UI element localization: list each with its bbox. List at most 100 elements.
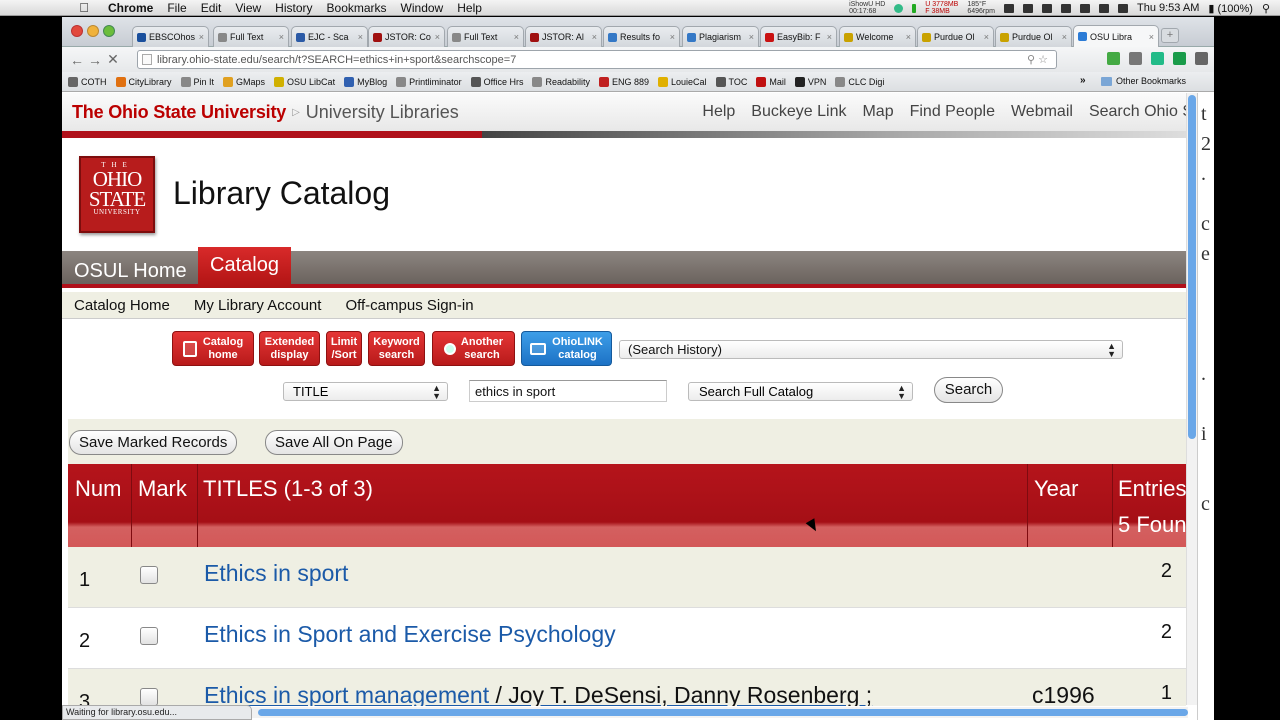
browser-tab[interactable]: Full Text × [447, 26, 524, 47]
close-tab-icon[interactable]: × [747, 32, 754, 42]
bookmark-item[interactable]: Printliminator [396, 76, 462, 87]
clock[interactable]: Thu 9:53 AM [1137, 2, 1199, 14]
header-entries[interactable]: Entries [1118, 476, 1186, 502]
menu-edit[interactable]: Edit [201, 1, 222, 15]
browser-tab[interactable]: EBSCOhos × [132, 26, 209, 47]
search-history-select[interactable]: (Search History) ▲ ▼ [619, 340, 1123, 359]
bookmark-item[interactable]: CLC Digi [835, 76, 884, 87]
browser-tab[interactable]: JSTOR: Al × [525, 26, 602, 47]
share-icon[interactable] [1173, 52, 1186, 65]
close-tab-icon[interactable]: × [668, 32, 675, 42]
university-link[interactable]: The Ohio State University [72, 102, 286, 123]
browser-tab[interactable]: JSTOR: Co × [368, 26, 445, 47]
close-tab-icon[interactable]: × [277, 32, 284, 42]
browser-tab[interactable]: EasyBib: F × [760, 26, 837, 47]
save-all-on-page-button[interactable]: Save All On Page [265, 430, 403, 455]
bluetooth-icon[interactable] [1060, 3, 1071, 13]
spotlight-icon[interactable]: ⚲ [1262, 2, 1270, 15]
battery-status[interactable]: ▮ (100%) [1208, 2, 1253, 15]
recording-icon[interactable] [894, 3, 904, 13]
close-tab-icon[interactable]: × [512, 32, 519, 42]
my-library-account-link[interactable]: My Library Account [194, 297, 322, 314]
ishowu-status[interactable]: iShowU HD 00:17:68 [849, 1, 885, 15]
address-bar[interactable]: library.ohio-state.edu/search/t?SEARCH=e… [137, 50, 1057, 69]
minimize-window-button[interactable] [87, 25, 99, 37]
vertical-scrollbar[interactable] [1186, 93, 1197, 705]
catalog-home-button[interactable]: Catalog home [172, 331, 254, 366]
extension-icon[interactable] [1107, 52, 1120, 65]
search-field-select[interactable]: TITLE ▲ ▼ [283, 382, 448, 401]
browser-tab[interactable]: OSU Libra × [1073, 25, 1159, 47]
search-button[interactable]: Search [934, 377, 1003, 403]
search-scope-select[interactable]: Search Full Catalog ▲ ▼ [688, 382, 913, 401]
forward-arrow-icon[interactable]: → [86, 52, 104, 68]
url-text[interactable]: library.ohio-state.edu/search/t?SEARCH=e… [157, 54, 516, 66]
bookmark-item[interactable]: ENG 889 [598, 76, 649, 87]
webmail-link[interactable]: Webmail [1011, 103, 1073, 121]
title-link[interactable]: Ethics in sport [204, 560, 348, 587]
close-tab-icon[interactable]: × [1147, 32, 1154, 42]
extension-icon[interactable] [1129, 52, 1142, 65]
close-window-button[interactable] [71, 25, 83, 37]
key-icon[interactable]: ⚲ ☆ [1027, 53, 1048, 66]
help-link[interactable]: Help [702, 103, 735, 121]
title-link[interactable]: Ethics in Sport and Exercise Psychology [204, 621, 616, 648]
bookmark-item[interactable]: GMaps [223, 76, 265, 87]
tab-osul-home[interactable]: OSUL Home [62, 255, 199, 288]
save-marked-records-button[interactable]: Save Marked Records [69, 430, 238, 455]
bookmark-item[interactable]: Mail [756, 76, 786, 87]
back-arrow-icon[interactable]: ← [68, 52, 86, 68]
bookmark-item[interactable]: LouieCal [658, 76, 707, 87]
browser-tab[interactable]: Welcome × [839, 26, 916, 47]
bookmark-item[interactable]: VPN [794, 76, 826, 87]
close-tab-icon[interactable]: × [982, 32, 989, 42]
browser-tab[interactable]: Full Text × [213, 26, 289, 47]
close-tab-icon[interactable]: × [825, 32, 832, 42]
limit-sort-button[interactable]: Limit/Sort [326, 331, 362, 366]
mark-checkbox[interactable] [140, 566, 158, 584]
browser-tab[interactable]: Plagiarism × [682, 26, 759, 47]
zoom-window-button[interactable] [103, 25, 115, 37]
menu-window[interactable]: Window [401, 1, 444, 15]
header-year[interactable]: Year [1034, 476, 1078, 502]
off-campus-sign-in-link[interactable]: Off-campus Sign-in [345, 297, 473, 314]
bookmark-item[interactable]: COTH [68, 76, 107, 87]
browser-tab[interactable]: Results fo × [603, 26, 680, 47]
close-tab-icon[interactable]: × [590, 32, 597, 42]
map-link[interactable]: Map [862, 103, 893, 121]
menu-chrome[interactable]: Chrome [108, 1, 153, 15]
bookmark-item[interactable]: Office Hrs [470, 76, 523, 87]
stop-icon[interactable]: ✕ [104, 51, 122, 68]
menu-bookmarks[interactable]: Bookmarks [327, 1, 387, 15]
find-people-link[interactable]: Find People [910, 103, 995, 121]
close-tab-icon[interactable]: × [1060, 32, 1067, 42]
horizontal-scrollbar[interactable] [252, 707, 1188, 718]
bookmark-item[interactable]: Pin It [180, 76, 214, 87]
close-tab-icon[interactable]: × [904, 32, 911, 42]
browser-tab[interactable]: Purdue Ol × [917, 26, 994, 47]
wrench-icon[interactable] [1195, 52, 1208, 65]
scissors-icon[interactable] [1022, 3, 1033, 13]
header-mark[interactable]: Mark [138, 476, 187, 502]
bookmark-item[interactable]: MyBlog [344, 76, 387, 87]
menu-help[interactable]: Help [457, 1, 482, 15]
bookmark-item[interactable]: CityLibrary [115, 76, 172, 87]
catalog-home-link[interactable]: Catalog Home [74, 297, 170, 314]
header-titles[interactable]: TITLES (1-3 of 3) [203, 476, 373, 502]
menu-history[interactable]: History [275, 1, 312, 15]
apple-icon[interactable]:  [74, 0, 94, 15]
bookmark-item[interactable]: TOC [715, 76, 747, 87]
bookmark-item[interactable]: OSU LibCat [274, 76, 335, 87]
new-tab-button[interactable]: + [1161, 28, 1179, 43]
tab-catalog[interactable]: Catalog [198, 247, 291, 288]
title-link[interactable]: Ethics in sport management / Joy T. DeSe… [204, 682, 872, 706]
wifi-icon[interactable] [1098, 3, 1109, 13]
time-machine-icon[interactable] [1079, 3, 1090, 13]
browser-tab[interactable]: EJC - Sca × [291, 26, 368, 47]
search-input[interactable] [469, 380, 667, 402]
another-search-button[interactable]: Another search [432, 331, 515, 366]
bookmark-item[interactable]: Readability [532, 76, 590, 87]
menu-view[interactable]: View [235, 1, 261, 15]
buckeye-link[interactable]: Buckeye Link [751, 103, 846, 121]
keyword-search-button[interactable]: Keyword search [368, 331, 425, 366]
